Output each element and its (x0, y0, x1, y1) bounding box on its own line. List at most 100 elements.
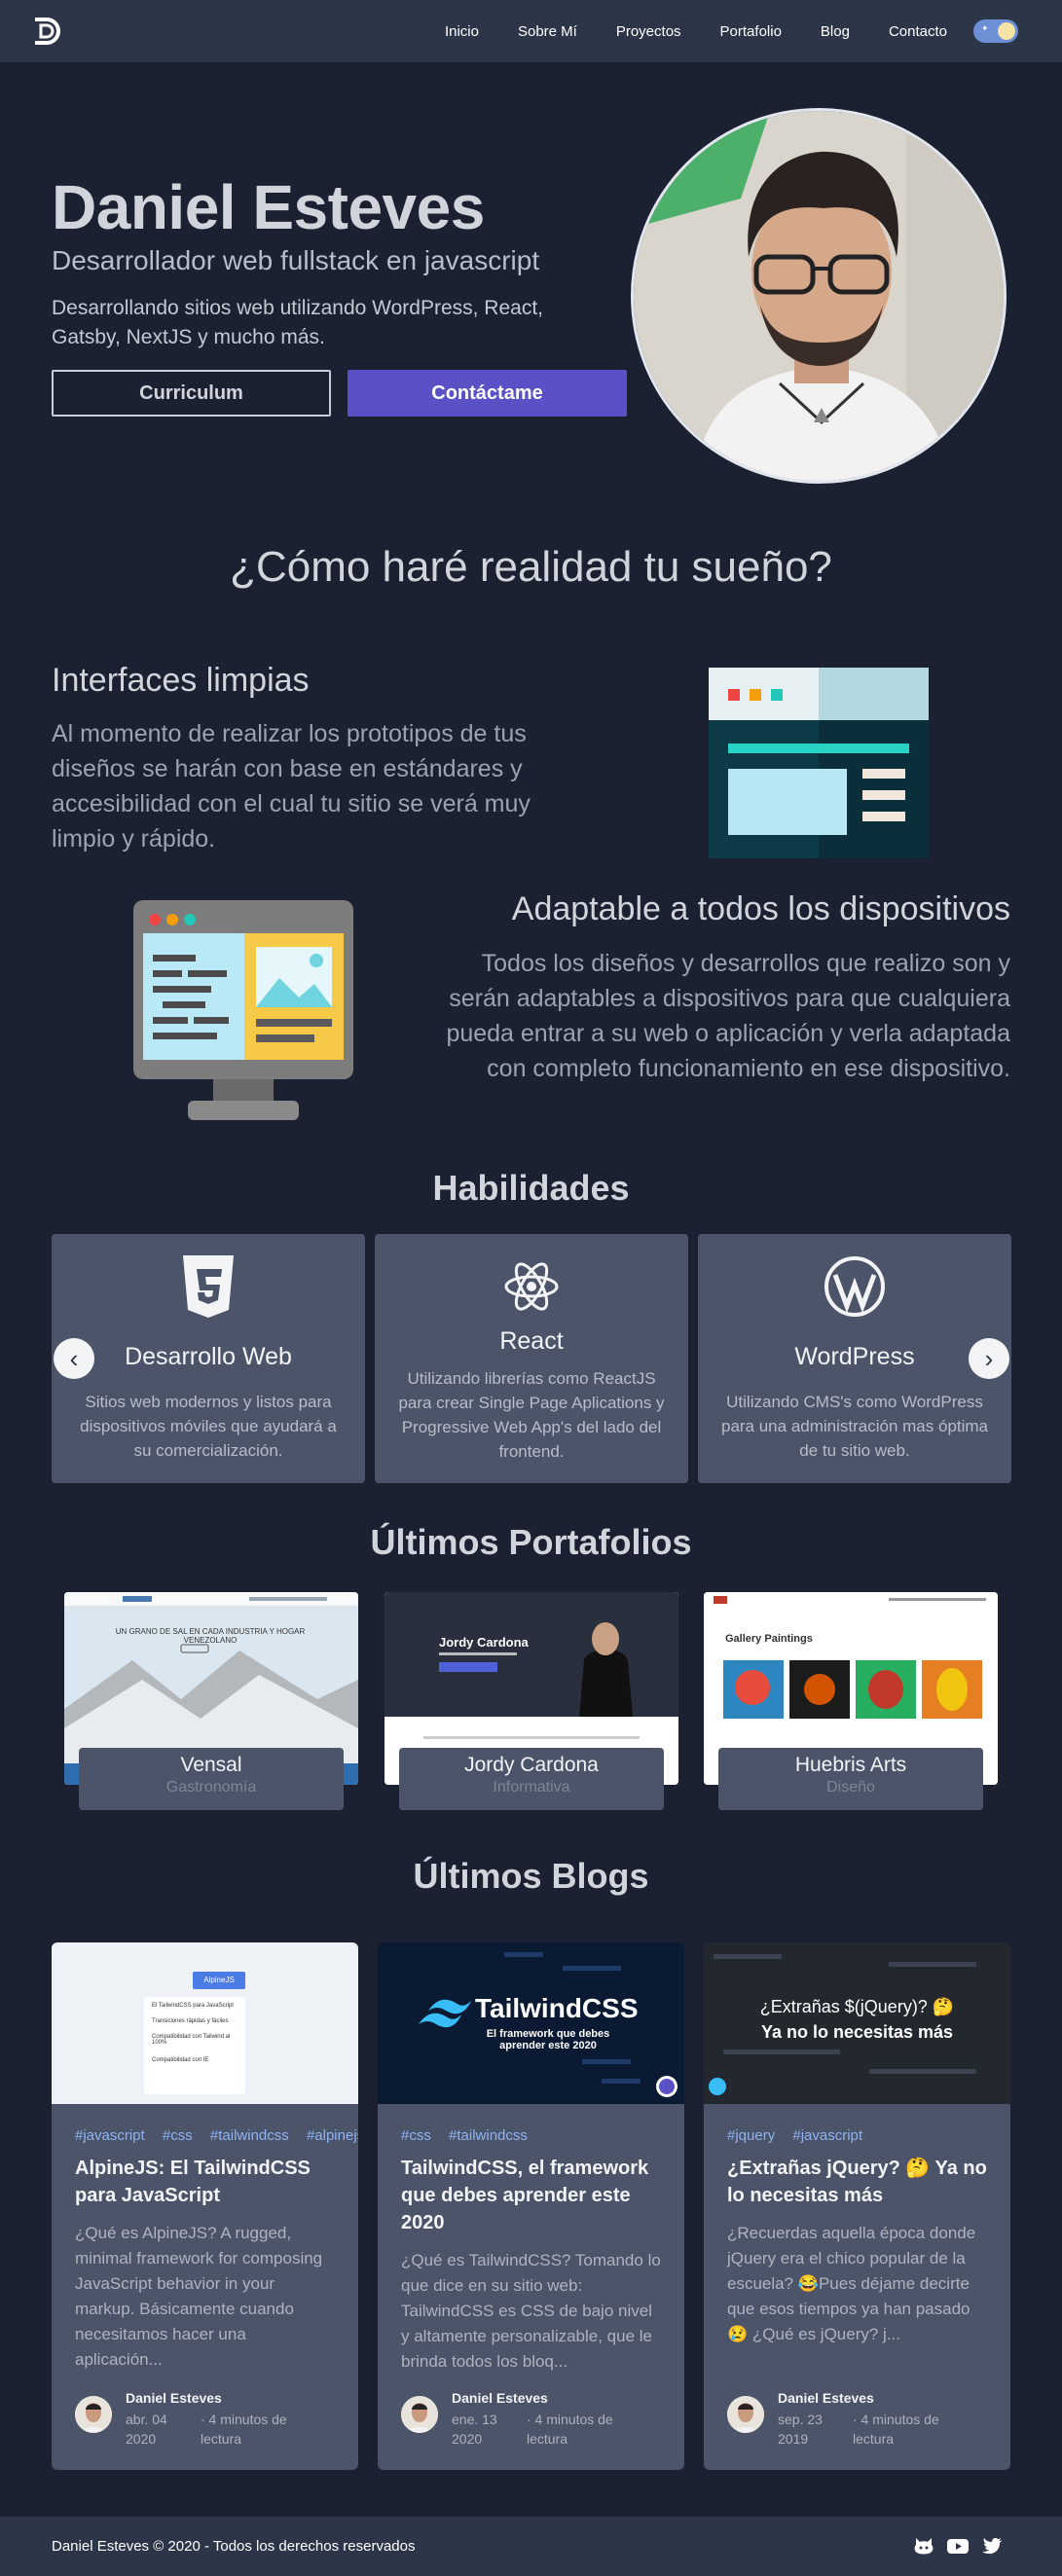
author-name: Daniel Esteves (452, 2390, 548, 2406)
footer-copyright: Daniel Esteves © 2020 - Todos los derech… (52, 2538, 416, 2555)
tag-link[interactable]: #tailwindcss (210, 2127, 289, 2144)
thumb-item: Compatibilidad con IE (152, 2057, 209, 2063)
feature-text-clean: Al momento de realizar los prototipos de… (52, 720, 531, 853)
tag-link[interactable]: #tailwindcss (449, 2127, 528, 2144)
portfolio-label: Vensal Gastronomía (79, 1748, 344, 1810)
react-icon (504, 1262, 559, 1311)
portfolio-label: Huebris Arts Diseño (718, 1748, 983, 1810)
portfolio-name: Vensal (180, 1754, 242, 1776)
blog-tags: #jquery #javascript (727, 2127, 1010, 2144)
nav-link-proyectos[interactable]: Proyectos (616, 23, 681, 40)
contact-button[interactable]: Contáctame (348, 370, 627, 417)
star-icon: ✦ (981, 23, 989, 33)
nav-link-portafolio[interactable]: Portafolio (720, 23, 782, 40)
thumb-item: Transiciones rápidas y fáciles (152, 2018, 229, 2024)
portfolio-title: Últimos Portafolios (370, 1522, 692, 1562)
blogs-title: Últimos Blogs (413, 1856, 649, 1896)
thumb-label: TailwindCSS (475, 1993, 639, 2023)
tag-link[interactable]: #alpinejs (307, 2127, 358, 2144)
post-date: sep. 23 2019 (778, 2412, 823, 2447)
hero-role: Desarrollador web fullstack en javascrip… (52, 245, 540, 275)
tag-link[interactable]: #javascript (75, 2127, 145, 2144)
blog-thumbnail: AlpineJS El TailwindCSS para JavaScript … (52, 1942, 358, 2104)
blog-title[interactable]: TailwindCSS, el framework que debes apre… (401, 2155, 666, 2236)
author-avatar (75, 2396, 112, 2433)
skill-title: WordPress (794, 1343, 915, 1370)
author-avatar (401, 2396, 438, 2433)
thumb-item: El TailwindCSS para JavaScript (152, 2003, 234, 2009)
read-time: · 4 minutos de lectura (853, 2412, 939, 2447)
skill-text: Utilizando CMS's como WordPress para una… (720, 1393, 989, 1460)
theme-toggle[interactable]: ✦ (973, 19, 1018, 43)
portfolio-thumb-text: UN GRANO DE SAL EN CADA INDUSTRIA Y HOGA… (115, 1627, 306, 1645)
nav-links: Inicio Sobre Mí Proyectos Portafolio Blo… (445, 0, 947, 62)
github-icon[interactable] (913, 2536, 934, 2556)
theme-toggle-icon (998, 22, 1015, 40)
profile-photo (631, 108, 1007, 484)
skill-text: Sitios web modernos y listos para dispos… (80, 1393, 337, 1460)
thumb-subtitle: Ya no lo necesitas más (760, 2022, 954, 2042)
skill-title: React (499, 1327, 564, 1355)
portfolio-thumb-text: Gallery Paintings (725, 1633, 813, 1645)
how-section-title: ¿Cómo haré realidad tu sueño? (230, 543, 832, 591)
blog-excerpt: ¿Recuerdas aquella época donde jQuery er… (727, 2224, 976, 2343)
nav-link-blog[interactable]: Blog (821, 23, 850, 40)
blog-title[interactable]: ¿Extrañas jQuery? 🤔 Ya no lo necesitas m… (727, 2155, 992, 2209)
blog-tags: #css #tailwindcss (401, 2127, 684, 2144)
carousel-next-button[interactable]: › (969, 1338, 1009, 1379)
thumb-subtitle: El framework que debes aprender este 202… (486, 2028, 610, 2051)
blog-excerpt: ¿Qué es TailwindCSS? Tomando lo que dice… (401, 2251, 661, 2371)
feature-title-clean: Interfaces limpias (52, 662, 310, 699)
skill-card: Desarrollo Web Sitios web modernos y lis… (52, 1234, 365, 1483)
portfolio-label: Jordy Cardona Informativa (399, 1748, 664, 1810)
clean-interface-illustration (709, 668, 929, 858)
tag-link[interactable]: #css (401, 2127, 431, 2144)
thumb-item: Compatibilidad con Tailwind al 100% (152, 2034, 231, 2046)
footer: Daniel Esteves © 2020 - Todos los derech… (0, 2517, 1062, 2576)
blog-excerpt: ¿Qué es AlpineJS? A rugged, minimal fram… (75, 2224, 323, 2369)
skill-card: WordPress Utilizando CMS's como WordPres… (698, 1234, 1011, 1483)
chevron-left-icon: ‹ (69, 1343, 79, 1373)
tag-link[interactable]: #javascript (792, 2127, 862, 2144)
twitter-icon[interactable] (981, 2536, 1003, 2556)
nav-link-inicio[interactable]: Inicio (445, 23, 479, 40)
skill-title: Desarrollo Web (125, 1343, 292, 1370)
youtube-icon[interactable] (947, 2536, 969, 2556)
skill-text: Utilizando librerías como ReactJS para c… (398, 1369, 665, 1461)
blog-tags: #javascript #css #tailwindcss #alpinejs (75, 2127, 358, 2144)
portfolio-category: Gastronomía (165, 1779, 257, 1796)
blog-thumbnail: TailwindCSS El framework que debes apren… (378, 1942, 684, 2104)
feature-title-responsive: Adaptable a todos los dispositivos (511, 890, 1010, 927)
portfolio-thumb-text: Jordy Cardona (439, 1635, 529, 1650)
blog-thumbnail: ¿Extrañas $(jQuery)? 🤔 Ya no lo necesita… (704, 1942, 1010, 2104)
author-avatar (727, 2396, 764, 2433)
post-date: abr. 04 2020 (126, 2412, 167, 2447)
post-date: ene. 13 2020 (452, 2412, 497, 2447)
responsive-device-illustration (133, 900, 353, 1120)
brand-logo-icon[interactable] (29, 14, 64, 49)
wordpress-icon (824, 1256, 885, 1317)
nav-link-sobre-mi[interactable]: Sobre Mí (518, 23, 577, 40)
hero-name: Daniel Esteves (52, 172, 485, 242)
portfolio-category: Informativa (493, 1779, 570, 1796)
tag-link[interactable]: #jquery (727, 2127, 775, 2144)
curriculum-button[interactable]: Curriculum (52, 370, 331, 417)
hero-description: Desarrollando sitios web utilizando Word… (52, 297, 544, 348)
tag-link[interactable]: #css (163, 2127, 193, 2144)
portfolio-name: Jordy Cardona (464, 1754, 599, 1776)
thumb-label: ¿Extrañas $(jQuery)? 🤔 (759, 1997, 955, 2016)
author-name: Daniel Esteves (778, 2390, 874, 2406)
feature-text-responsive: Todos los diseños y desarrollos que real… (446, 950, 1010, 1082)
blog-title[interactable]: AlpineJS: El TailwindCSS para JavaScript (75, 2155, 340, 2209)
thumb-label: AlpineJS (193, 1972, 245, 1989)
portfolio-category: Diseño (826, 1779, 875, 1796)
skill-card: React Utilizando librerías como ReactJS … (375, 1234, 688, 1483)
html5-icon (183, 1255, 234, 1318)
carousel-prev-button[interactable]: ‹ (54, 1338, 94, 1379)
read-time: · 4 minutos de lectura (201, 2412, 287, 2447)
nav-link-contacto[interactable]: Contacto (889, 23, 947, 40)
portfolio-name: Huebris Arts (794, 1754, 907, 1776)
chevron-right-icon: › (984, 1343, 994, 1373)
read-time: · 4 minutos de lectura (527, 2412, 613, 2447)
top-navbar: Inicio Sobre Mí Proyectos Portafolio Blo… (0, 0, 1062, 62)
